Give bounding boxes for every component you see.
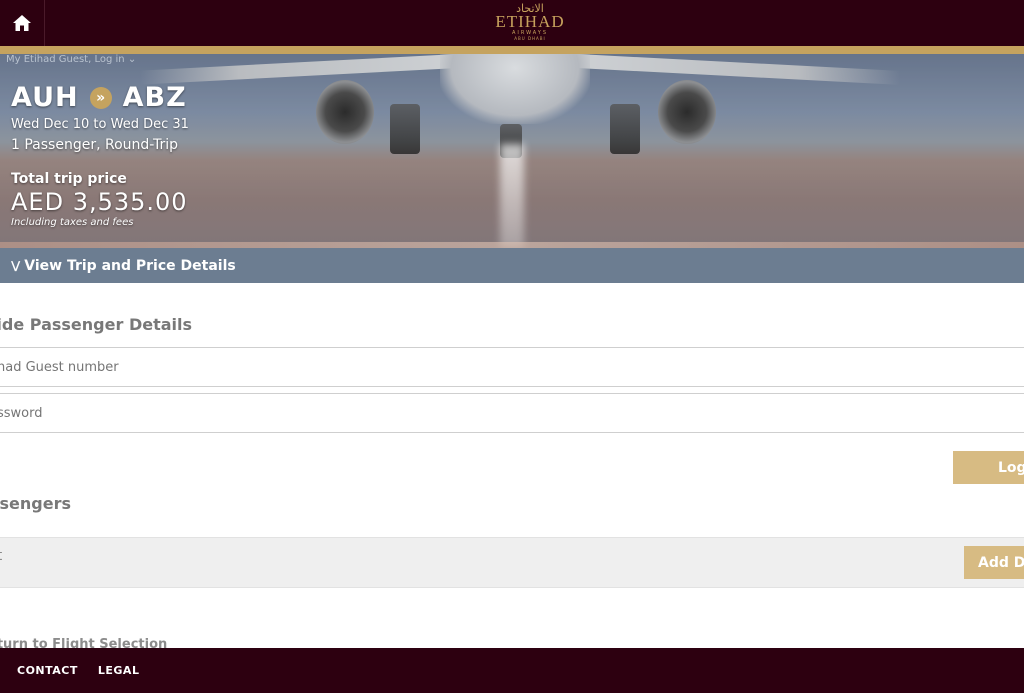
- route-arrow-icon: »: [89, 86, 112, 109]
- login-button-label: Log: [998, 459, 1024, 476]
- trip-passengers: 1 Passenger, Round-Trip: [11, 137, 179, 153]
- runway-light: [500, 144, 524, 248]
- home-icon: [13, 15, 31, 31]
- passenger-details-title: vide Passenger Details: [0, 315, 193, 334]
- guest-number-field[interactable]: [0, 347, 1024, 387]
- guest-number-input[interactable]: [0, 359, 1024, 375]
- passenger-row-adult: ult Add De: [0, 537, 1024, 588]
- password-input[interactable]: [0, 405, 1024, 421]
- price-note: Including taxes and fees: [11, 217, 134, 228]
- gold-divider: [0, 46, 1024, 54]
- etihad-logo[interactable]: الاتحاد ETIHAD AIRWAYS ABU DHABI: [490, 3, 570, 43]
- double-chevron-down-icon: ⋁: [11, 259, 21, 272]
- logo-name: ETIHAD: [495, 12, 565, 31]
- adult-label: ult: [0, 548, 2, 564]
- view-trip-details-toggle[interactable]: ⋁ View Trip and Price Details: [0, 248, 1024, 283]
- plane-fuselage: [440, 54, 590, 124]
- route: AUH » ABZ: [11, 82, 187, 113]
- add-details-label: Add De: [978, 554, 1024, 571]
- chevron-down-icon: ⌄: [127, 54, 137, 65]
- top-bar: الاتحاد ETIHAD AIRWAYS ABU DHABI: [0, 0, 1024, 46]
- trip-dates: Wed Dec 10 to Wed Dec 31: [11, 117, 189, 132]
- password-field[interactable]: [0, 393, 1024, 433]
- login-link-label: My Etihad Guest, Log in: [6, 54, 125, 65]
- add-details-button[interactable]: Add De: [964, 546, 1024, 579]
- trip-summary-hero: My Etihad Guest, Log in ⌄ AUH » ABZ Wed …: [0, 54, 1024, 248]
- origin-code: AUH: [11, 82, 79, 113]
- total-price-label: Total trip price: [11, 171, 127, 187]
- destination-code: ABZ: [122, 82, 187, 113]
- plane-engine-left: [316, 80, 374, 144]
- home-button[interactable]: [0, 0, 45, 46]
- plane-engine-right: [658, 80, 716, 144]
- login-button[interactable]: Log: [953, 451, 1024, 484]
- passengers-title: ssengers: [0, 494, 72, 513]
- view-trip-details-label: View Trip and Price Details: [24, 257, 236, 274]
- total-price: AED 3,535.00: [11, 188, 188, 216]
- legal-link[interactable]: LEGAL: [98, 664, 140, 677]
- footer: CONTACT LEGAL: [0, 648, 1024, 693]
- landing-gear-left: [390, 104, 420, 154]
- landing-gear-right: [610, 104, 640, 154]
- contact-link[interactable]: CONTACT: [17, 664, 78, 677]
- logo-city: ABU DHABI: [514, 36, 546, 41]
- login-link[interactable]: My Etihad Guest, Log in ⌄: [6, 54, 136, 65]
